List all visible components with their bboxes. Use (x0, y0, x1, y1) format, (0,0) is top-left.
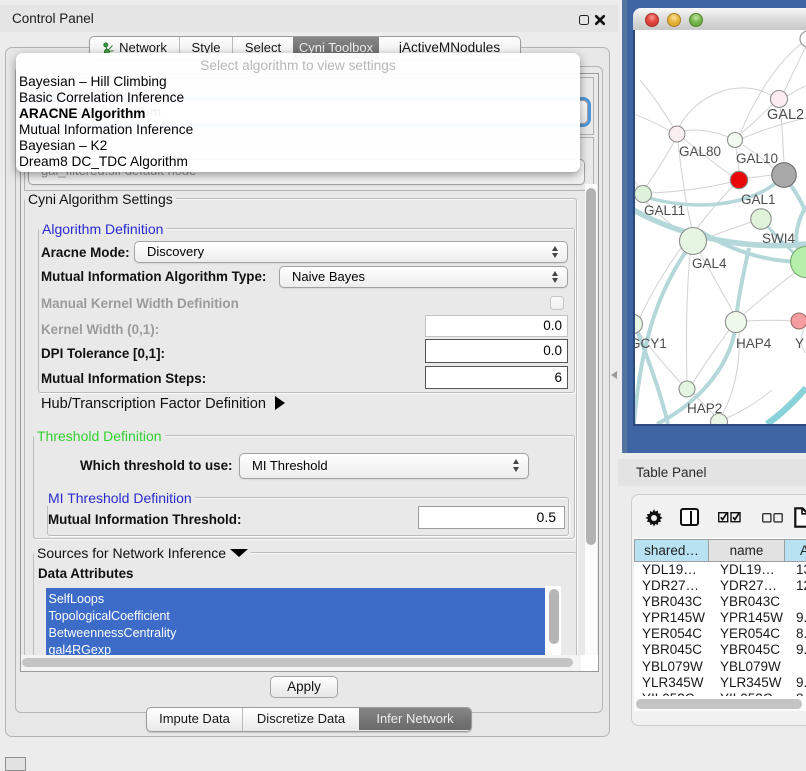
svg-text:GAL1: GAL1 (741, 192, 776, 207)
svg-text:Y: Y (795, 336, 804, 351)
svg-text:GAL10: GAL10 (736, 151, 778, 166)
svg-text:SWI4: SWI4 (762, 231, 795, 246)
svg-text:GAL80: GAL80 (679, 144, 721, 159)
svg-text:HAP4: HAP4 (736, 336, 772, 351)
svg-text:GCY1: GCY1 (635, 336, 667, 351)
svg-text:GAL4: GAL4 (692, 256, 727, 271)
svg-text:GAL2: GAL2 (767, 107, 804, 123)
svg-text:GAL11: GAL11 (644, 203, 685, 218)
svg-text:HAP2: HAP2 (687, 401, 722, 416)
